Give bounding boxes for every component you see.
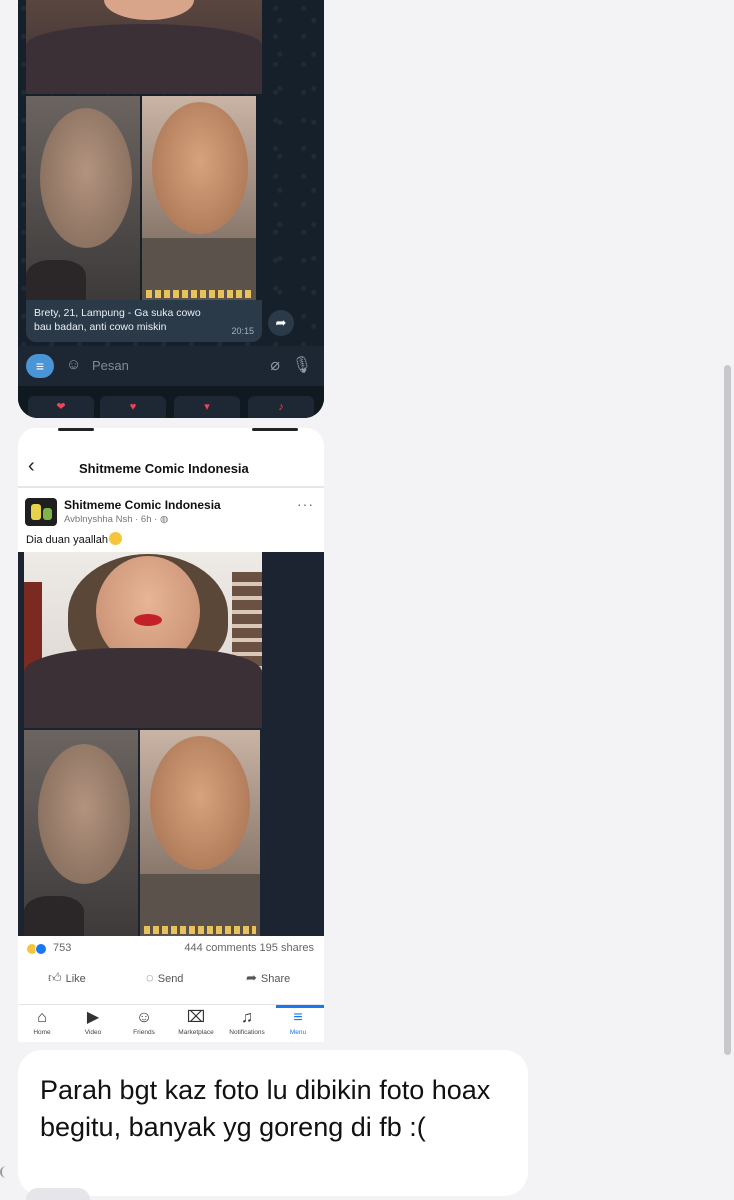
- forward-icon[interactable]: ➦: [268, 310, 294, 336]
- caption-line-1: Brety, 21, Lampung - Ga suka cowo: [34, 307, 201, 319]
- nav-notifications-label: Notifications: [229, 1029, 265, 1036]
- send-label: Send: [157, 973, 184, 985]
- post-text: Dia duan yaallah: [26, 532, 122, 546]
- shirt-shape: [24, 648, 262, 728]
- sad-emoji-icon: [108, 532, 122, 545]
- hand-shape: [26, 260, 86, 300]
- menu-icon[interactable]: ≡: [26, 354, 54, 378]
- send-button[interactable]: ◌ Send: [146, 970, 183, 985]
- lips-shape: [134, 614, 162, 626]
- fb-header-title: Shitmeme Comic Indonesia: [79, 461, 249, 476]
- message-input-placeholder[interactable]: Pesan: [92, 358, 129, 373]
- message-input-bar: ≡ ☺ Pesan ⌀ 🎙: [18, 346, 324, 386]
- like-label: Like: [65, 973, 86, 985]
- page-avatar[interactable]: [25, 498, 57, 526]
- bell-icon: ♫: [241, 1009, 253, 1026]
- home-icon: ⌂: [37, 1009, 47, 1026]
- nav-home[interactable]: ⌂ Home: [18, 1007, 68, 1036]
- caption-line-2: bau badan, anti cowo miskin: [34, 321, 167, 333]
- post-header: Shitmeme Comic Indonesia Avblnyshha Nsh …: [18, 492, 324, 552]
- photo-bottom-right-panel: [140, 730, 260, 936]
- photo-top-panel: [24, 552, 262, 728]
- share-icon: ➦: [246, 970, 257, 985]
- photo-bottom-left-panel: [26, 96, 140, 300]
- video-icon: ▶: [86, 1009, 100, 1026]
- share-label: Share: [260, 973, 291, 985]
- post-photo[interactable]: [18, 552, 324, 936]
- nav-friends[interactable]: ☺ Friends: [118, 1007, 170, 1036]
- friends-icon: ☺: [135, 1009, 153, 1026]
- message-time: 20:15: [231, 326, 254, 336]
- nav-video[interactable]: ▶ Video: [67, 1007, 119, 1036]
- face-shape: [152, 102, 248, 234]
- nav-marketplace[interactable]: ⌧ Marketplace: [170, 1007, 222, 1036]
- tshirt-print: [144, 926, 256, 934]
- reaction-icons[interactable]: [26, 943, 50, 955]
- photo-bottom-left-panel: [24, 730, 138, 936]
- marketplace-icon: ⌧: [186, 1009, 206, 1026]
- nav-friends-label: Friends: [133, 1029, 155, 1036]
- like-button[interactable]: 👍︎ Like: [48, 970, 86, 986]
- message-text: Parah bgt kaz foto lu dibikin foto hoax …: [40, 1075, 491, 1142]
- attach-icon[interactable]: ⌀: [270, 355, 280, 375]
- nav-marketplace-label: Marketplace: [178, 1029, 214, 1036]
- bottom-navigation: ⌂ Home ▶ Video ☺ Friends ⌧ Marketplace ♫ Noti…: [18, 1004, 324, 1042]
- face-shape: [38, 744, 130, 884]
- reaction-chip[interactable]: ♪: [248, 396, 314, 418]
- nav-menu[interactable]: ≡ Menu: [272, 1007, 324, 1036]
- tshirt-print: [146, 290, 252, 298]
- post-meta: Avblnyshha Nsh · 6h · ◍: [64, 514, 168, 525]
- back-chevron-icon[interactable]: ‹: [28, 456, 35, 476]
- telegram-screenshot-image[interactable]: Brety, 21, Lampung - Ga suka cowo bau ba…: [18, 0, 324, 418]
- post-author-name[interactable]: Shitmeme Comic Indonesia: [64, 498, 221, 512]
- post-actions: 👍︎ Like ◌ Send ➦ Share: [18, 968, 324, 990]
- thumbs-down-reaction-icon[interactable]: ▾: [174, 396, 240, 418]
- share-button[interactable]: ➦ Share: [246, 970, 290, 986]
- photo-bottom-right-panel: [142, 96, 256, 300]
- comments-shares-count[interactable]: 444 comments 195 shares: [184, 942, 314, 954]
- sticker-icon[interactable]: ☺: [66, 356, 81, 373]
- bubble-tail: [0, 1166, 6, 1178]
- reaction-strip: ❤ ♥ ▾ ♪: [18, 386, 324, 418]
- photo-top-panel: [26, 0, 262, 94]
- face-shape: [150, 736, 250, 870]
- post-text-content: Dia duan yaallah: [26, 534, 108, 546]
- post-stats: 753 444 comments 195 shares: [18, 942, 324, 960]
- hand-shape: [24, 896, 84, 936]
- face-shape: [40, 108, 132, 248]
- fb-page-header: ‹ Shitmeme Comic Indonesia: [18, 442, 324, 488]
- message-caption: Brety, 21, Lampung - Ga suka cowo bau ba…: [26, 300, 262, 342]
- post-meta-text: Avblnyshha Nsh · 6h ·: [64, 514, 158, 525]
- messenger-icon: ◌: [146, 970, 154, 985]
- nav-home-label: Home: [33, 1029, 51, 1036]
- facebook-screenshot-image[interactable]: ‹ Shitmeme Comic Indonesia Shitmeme Comi…: [18, 428, 324, 1042]
- reaction-chip[interactable]: ♥: [100, 396, 166, 418]
- nav-menu-label: Menu: [289, 1029, 307, 1036]
- reaction-count[interactable]: 753: [53, 942, 71, 954]
- menu-icon: ≡: [293, 1009, 303, 1026]
- scrollbar-thumb[interactable]: [724, 365, 731, 1055]
- status-bar-fragment: [18, 428, 324, 434]
- heart-reaction-icon[interactable]: ❤: [28, 396, 94, 418]
- next-message-bubble[interactable]: [26, 1188, 90, 1200]
- face-shape: [104, 0, 194, 20]
- microphone-icon[interactable]: 🎙: [292, 355, 312, 375]
- nav-notifications[interactable]: ♫ Notifications: [221, 1007, 273, 1036]
- shirt-shape: [26, 24, 262, 94]
- nav-video-label: Video: [84, 1029, 102, 1036]
- more-options-icon[interactable]: ···: [297, 496, 314, 512]
- globe-icon: ◍: [159, 514, 169, 525]
- like-reaction-icon: [35, 943, 47, 955]
- message-bubble[interactable]: Parah bgt kaz foto lu dibikin foto hoax …: [18, 1050, 528, 1196]
- thumbs-up-icon: 👍︎: [48, 970, 62, 985]
